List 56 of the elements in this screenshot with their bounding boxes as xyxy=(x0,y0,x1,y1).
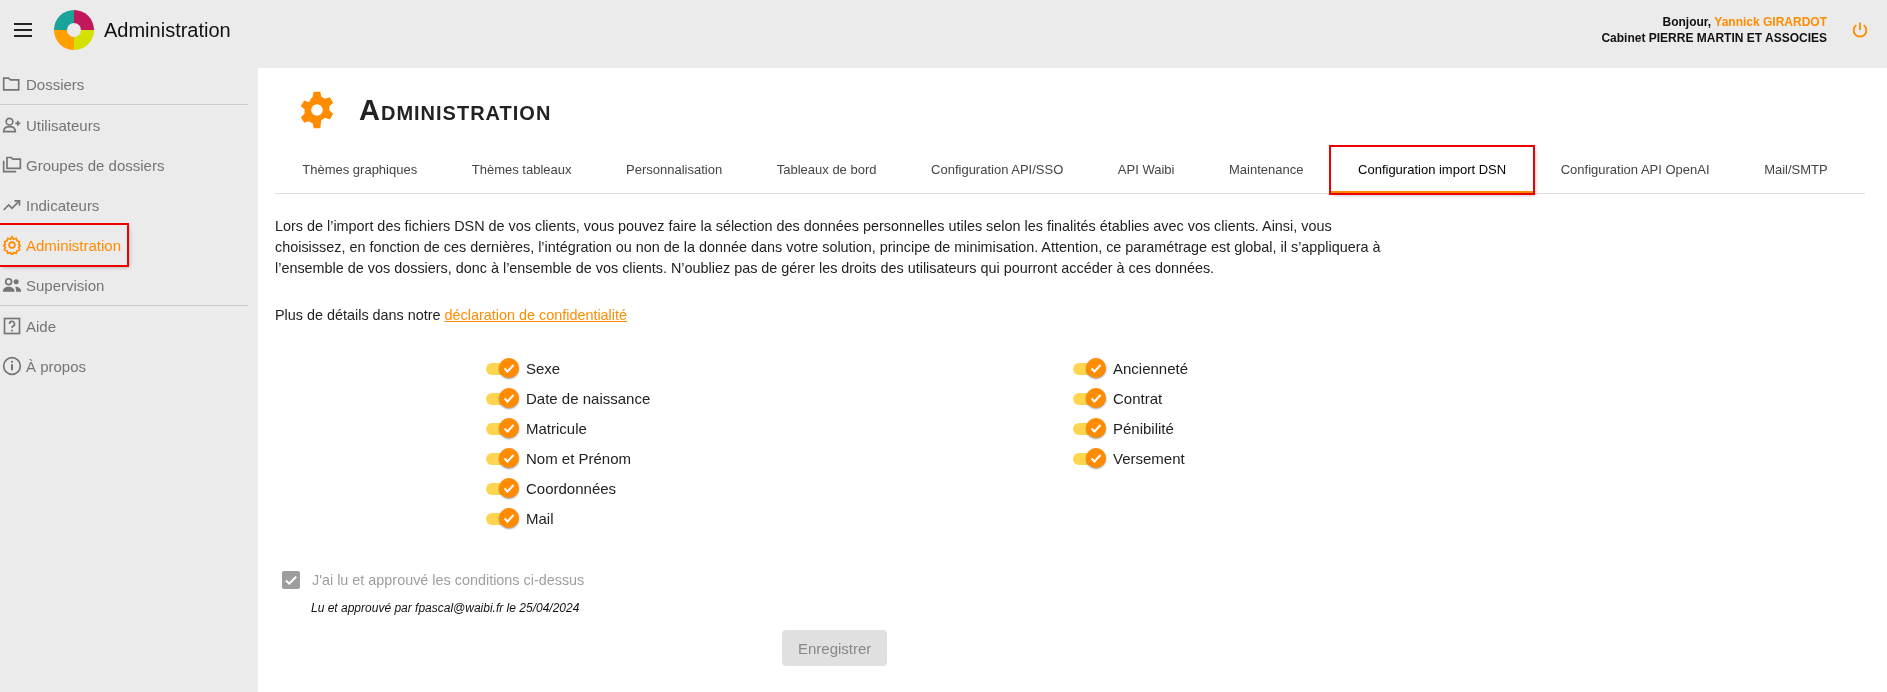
toggle-label: Ancienneté xyxy=(1113,359,1189,377)
toggle-switch[interactable] xyxy=(484,358,520,378)
tab[interactable]: Configuration API OpenAI xyxy=(1533,147,1737,193)
sidebar-item[interactable]: Supervision xyxy=(0,265,111,305)
tab[interactable]: Configuration API/SSO xyxy=(903,147,1091,193)
tab[interactable]: API Waibi xyxy=(1090,147,1202,193)
toggle-switch[interactable] xyxy=(484,418,520,438)
app-title: Administration xyxy=(104,18,231,42)
toggle-switch[interactable] xyxy=(1071,448,1107,468)
sidebar-item[interactable]: Groupes de dossiers xyxy=(0,145,171,185)
company-name: Cabinet PIERRE MARTIN ET ASSOCIES xyxy=(1601,30,1827,46)
tab[interactable]: Maintenance xyxy=(1201,147,1331,193)
toggle-label: Sexe xyxy=(526,359,561,377)
info-icon xyxy=(2,356,22,376)
tab[interactable]: Mail/SMTP xyxy=(1736,147,1855,193)
users-icon xyxy=(2,275,22,295)
toggle-switch[interactable] xyxy=(484,508,520,528)
tab[interactable]: Thèmes tableaux xyxy=(444,147,599,193)
user-add-icon xyxy=(2,115,22,135)
power-icon[interactable] xyxy=(1851,21,1869,39)
logo-icon xyxy=(54,10,94,50)
toggle-switch[interactable] xyxy=(484,388,520,408)
tab[interactable]: Tableaux de bord xyxy=(749,147,904,193)
folders-icon xyxy=(2,155,22,175)
toggle-switch[interactable] xyxy=(1071,358,1107,378)
page-title: Administration xyxy=(359,93,552,127)
sidebar-item[interactable]: Aide xyxy=(0,306,63,346)
toggle-label: Pénibilité xyxy=(1113,419,1174,437)
details-text: Plus de détails dans notre déclaration de confidentialité xyxy=(275,307,628,323)
toggle-label: Mail xyxy=(526,509,554,527)
sidebar-item[interactable]: Indicateurs xyxy=(0,185,106,225)
menu-icon[interactable] xyxy=(14,23,32,37)
tab[interactable]: Configuration import DSN xyxy=(1330,147,1534,193)
tab[interactable]: Personnalisation xyxy=(598,147,750,193)
gear-icon xyxy=(2,235,22,255)
toggle-label: Versement xyxy=(1113,449,1185,467)
toggle-label: Date de naissance xyxy=(526,389,651,407)
tab[interactable]: Thèmes graphiques xyxy=(275,147,445,193)
sidebar-item[interactable]: Utilisateurs xyxy=(0,105,107,145)
intro-paragraph: Lors de l’import des fichiers DSN de vos clients, vous pouvez faire la sélection des données personnelles utiles selon les finalités établies avec vos clients. Ainsi, vous choisissez, en fonction de ces dernières, l’intégration ou non de la donnée dans votre solution, principe de minimisation. Attention, ce paramétrage est global, il s’appliquera à l’ensemble de vos dossiers, donc à l’ensemble de vos clients. N’oubliez pas de gérer les droits des utilisateurs qui pourront accéder à ces données. xyxy=(275,217,1382,278)
toggle-label: Contrat xyxy=(1113,389,1163,407)
consent-label: J'ai lu et approuvé les conditions ci-dessus xyxy=(312,572,585,588)
toggle-label: Matricule xyxy=(526,419,587,437)
approval-note: Lu et approuvé par fpascal@waibi.fr le 25/04/2024 xyxy=(311,601,581,615)
sidebar-item[interactable]: Dossiers xyxy=(0,64,91,104)
toggle-label: Coordonnées xyxy=(526,479,617,497)
sidebar-item[interactable]: À propos xyxy=(0,346,93,386)
toggle-label: Nom et Prénom xyxy=(526,449,632,467)
folder-icon xyxy=(2,74,22,94)
toggle-switch[interactable] xyxy=(484,448,520,468)
greeting-text: Bonjour, xyxy=(1662,15,1712,29)
user-name: Yannick GIRARDOT xyxy=(1714,15,1827,29)
toggle-switch[interactable] xyxy=(1071,418,1107,438)
help-icon xyxy=(2,316,22,336)
toggle-switch[interactable] xyxy=(484,478,520,498)
toggle-switch[interactable] xyxy=(1071,388,1107,408)
